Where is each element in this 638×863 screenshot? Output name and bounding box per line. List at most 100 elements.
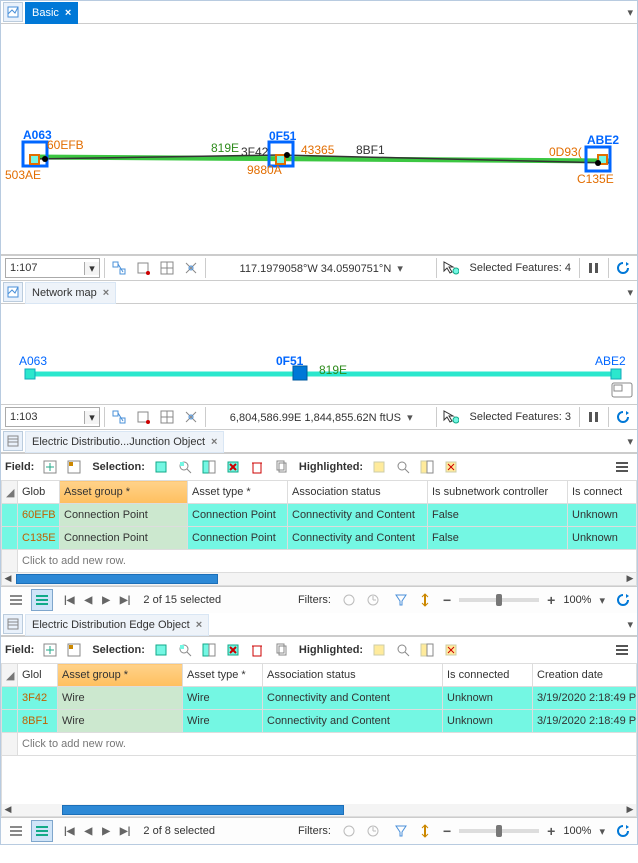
col-asset-group[interactable]: Asset group * [60,481,188,504]
grid-icon[interactable] [157,258,177,278]
show-selected-rows-icon[interactable] [31,820,53,842]
chevron-down-icon[interactable]: ▾ [84,411,99,424]
col-glob[interactable]: Glob [18,481,60,504]
filter-time-icon[interactable] [363,590,383,610]
highlight-pan-icon[interactable] [417,640,437,660]
junction-hscroll[interactable]: ◀ ▶ [1,573,637,586]
zoom-plus-icon[interactable]: + [547,823,555,839]
grid-icon[interactable] [157,407,177,427]
table-row[interactable]: 3F42 Wire Wire Connectivity and Content … [2,687,637,710]
row-handle[interactable] [2,527,18,550]
clear-selection-icon[interactable] [223,640,243,660]
col-asset-type[interactable]: Asset type * [183,664,263,687]
chevron-down-icon[interactable]: ▾ [599,825,605,838]
delete-selection-icon[interactable] [247,640,267,660]
scroll-left-icon[interactable]: ◀ [2,804,14,814]
row-handle-header[interactable]: ◢ [2,481,18,504]
panel-menu-icon[interactable]: ▾ [627,286,633,299]
selection-tool-icon[interactable] [441,407,461,427]
switch-selection-icon[interactable] [199,457,219,477]
basic-map-view[interactable]: A063 60EFB 819E 3F42 0F51 43365 8BF1 ABE… [1,24,637,255]
scroll-right-icon[interactable]: ▶ [624,804,636,814]
chevron-down-icon[interactable]: ▾ [407,412,413,424]
chevron-down-icon[interactable]: ▾ [397,263,403,275]
chevron-down-icon[interactable]: ▾ [599,594,605,607]
highlight-select-icon[interactable] [369,640,389,660]
chevron-down-icon[interactable]: ▾ [84,262,99,275]
select-by-attributes-icon[interactable] [151,640,171,660]
highlight-select-icon[interactable] [369,457,389,477]
scale-combo[interactable]: 1:107 ▾ [5,258,100,278]
constraints-icon[interactable] [181,407,201,427]
calculate-field-icon[interactable] [64,457,84,477]
add-row[interactable]: Click to add new row. [2,733,637,756]
zoom-to-selection-icon[interactable] [175,640,195,660]
row-handle[interactable] [2,687,18,710]
filter-extent-icon[interactable] [339,590,359,610]
panel-menu-icon[interactable]: ▾ [627,435,633,448]
col-asset-type[interactable]: Asset type * [188,481,288,504]
row-handle[interactable] [2,504,18,527]
last-record-icon[interactable]: ▶| [117,595,134,606]
calculate-field-icon[interactable] [64,640,84,660]
snap-toggle-icon[interactable] [133,258,153,278]
snap-toggle-icon[interactable] [133,407,153,427]
refresh-icon[interactable] [613,258,633,278]
clear-selection-icon[interactable] [223,457,243,477]
table-row[interactable]: 8BF1 Wire Wire Connectivity and Content … [2,710,637,733]
col-association-status[interactable]: Association status [263,664,443,687]
show-selected-rows-icon[interactable] [31,589,53,611]
panel-menu-icon[interactable]: ▾ [627,618,633,631]
highlight-pan-icon[interactable] [417,457,437,477]
filter-icon[interactable] [391,590,411,610]
show-all-rows-icon[interactable] [5,820,27,842]
close-icon[interactable]: × [103,287,109,299]
filter-time-icon[interactable] [363,821,383,841]
hamburger-menu-icon[interactable] [611,456,633,478]
network-map-view[interactable]: A063 0F51 819E ABE2 [1,304,637,404]
filter-icon[interactable] [391,821,411,841]
snap-grid-icon[interactable] [109,258,129,278]
col-association-status[interactable]: Association status [288,481,428,504]
zoom-plus-icon[interactable]: + [547,592,555,608]
row-handle[interactable] [2,710,18,733]
scroll-thumb[interactable] [16,574,218,584]
copy-selection-icon[interactable] [271,457,291,477]
col-is-subnetwork-controller[interactable]: Is subnetwork controller [428,481,568,504]
col-asset-group[interactable]: Asset group * [58,664,183,687]
switch-selection-icon[interactable] [199,640,219,660]
pause-icon[interactable] [584,407,604,427]
table-row[interactable]: C135E Connection Point Connection Point … [2,527,637,550]
select-by-attributes-icon[interactable] [151,457,171,477]
filter-vertical-icon[interactable] [415,821,435,841]
selection-tool-icon[interactable] [441,258,461,278]
delete-selection-icon[interactable] [247,457,267,477]
close-icon[interactable]: × [211,436,217,448]
copy-selection-icon[interactable] [271,640,291,660]
next-record-icon[interactable]: ▶ [99,595,113,606]
refresh-icon[interactable] [613,821,633,841]
panel-menu-icon[interactable]: ▾ [627,6,633,19]
show-all-rows-icon[interactable] [5,589,27,611]
edge-hscroll[interactable]: ◀ ▶ [1,804,637,817]
add-field-icon[interactable] [40,457,60,477]
first-record-icon[interactable]: |◀ [61,826,78,837]
next-record-icon[interactable]: ▶ [99,826,113,837]
scroll-thumb[interactable] [62,805,344,815]
refresh-icon[interactable] [613,590,633,610]
table-row[interactable]: 60EFB Connection Point Connection Point … [2,504,637,527]
col-is-connected[interactable]: Is connected [443,664,533,687]
last-record-icon[interactable]: ▶| [117,826,134,837]
zoom-slider[interactable] [459,598,539,602]
highlight-zoom-icon[interactable] [393,457,413,477]
refresh-icon[interactable] [613,407,633,427]
row-handle[interactable] [2,733,18,756]
zoom-slider[interactable] [459,829,539,833]
zoom-minus-icon[interactable]: − [443,592,451,608]
zoom-to-selection-icon[interactable] [175,457,195,477]
prev-record-icon[interactable]: ◀ [82,826,96,837]
col-creation-date[interactable]: Creation date [533,664,637,687]
highlight-clear-icon[interactable] [441,457,461,477]
tab-edge-object[interactable]: Electric Distribution Edge Object × [25,614,209,636]
zoom-minus-icon[interactable]: − [443,823,451,839]
